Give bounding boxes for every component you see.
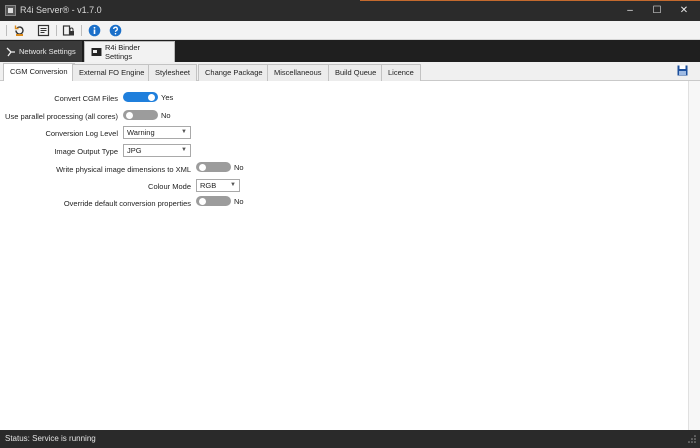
toggle-knob <box>148 93 155 101</box>
tab-miscellaneous[interactable]: Miscellaneous <box>267 64 329 81</box>
view-log-button[interactable] <box>37 24 50 37</box>
tab-licence[interactable]: Licence <box>381 64 421 81</box>
write-dimensions-state: No <box>234 163 244 172</box>
toolbar <box>0 21 700 40</box>
parallel-processing-label: Use parallel processing (all cores) <box>5 112 118 121</box>
info-icon <box>88 24 101 37</box>
app-icon <box>5 5 16 16</box>
image-output-type-select[interactable]: JPG ▼ <box>123 144 191 157</box>
colour-mode-select[interactable]: RGB ▼ <box>196 179 240 192</box>
log-level-label: Conversion Log Level <box>45 129 118 138</box>
restart-icon <box>14 25 24 36</box>
minimize-button[interactable]: – <box>616 0 644 21</box>
status-text: Status: Service is running <box>5 434 96 443</box>
toolbar-separator <box>6 25 7 36</box>
network-icon <box>6 47 15 56</box>
settings-lock-icon <box>62 25 74 36</box>
tab-external-fo-engine[interactable]: External FO Engine <box>72 64 152 81</box>
colour-mode-value: RGB <box>200 181 217 190</box>
vertical-scrollbar[interactable] <box>688 81 700 430</box>
toolbar-separator <box>56 25 57 36</box>
window-title: R4i Server® - v1.7.0 <box>20 5 102 15</box>
status-bar: Status: Service is running <box>0 430 700 448</box>
chevron-down-icon: ▼ <box>181 147 187 153</box>
maximize-button[interactable]: ☐ <box>643 0 671 21</box>
convert-cgm-label: Convert CGM Files <box>54 94 118 103</box>
tab-r4i-binder-settings[interactable]: R4i Binder Settings <box>84 41 175 62</box>
restart-service-button[interactable] <box>13 24 26 37</box>
tab-network-settings-label: Network Settings <box>19 47 76 56</box>
save-icon <box>677 65 688 76</box>
chevron-down-icon: ▼ <box>230 182 236 188</box>
about-button[interactable] <box>88 24 101 37</box>
log-level-select[interactable]: Warning ▼ <box>123 126 191 139</box>
override-properties-toggle[interactable] <box>196 196 231 206</box>
convert-cgm-toggle[interactable] <box>123 92 158 102</box>
toggle-knob <box>199 197 206 205</box>
tab-change-package[interactable]: Change Package <box>198 64 270 81</box>
log-icon <box>37 24 50 37</box>
binder-icon <box>91 48 102 56</box>
tab-r4i-binder-settings-label: R4i Binder Settings <box>104 43 140 61</box>
colour-mode-label: Colour Mode <box>148 182 191 191</box>
parallel-processing-toggle[interactable] <box>123 110 158 120</box>
toolbar-separator <box>81 25 82 36</box>
save-button[interactable] <box>677 65 688 76</box>
image-output-type-value: JPG <box>127 146 142 155</box>
resize-grip-icon[interactable] <box>687 434 697 444</box>
image-output-type-label: Image Output Type <box>54 147 118 156</box>
title-bar: R4i Server® - v1.7.0 – ☐ ✕ <box>0 0 700 21</box>
main-tab-bar: Network Settings R4i Binder Settings <box>0 40 700 62</box>
close-button[interactable]: ✕ <box>670 0 698 21</box>
write-dimensions-label: Write physical image dimensions to XML <box>56 165 191 174</box>
toggle-knob <box>126 111 133 119</box>
tab-network-settings[interactable]: Network Settings <box>0 41 83 62</box>
tab-cgm-conversion[interactable]: CGM Conversion <box>3 63 75 81</box>
log-level-value: Warning <box>127 128 155 137</box>
tab-stylesheet[interactable]: Stylesheet <box>148 64 198 81</box>
override-properties-state: No <box>234 197 244 206</box>
parallel-processing-state: No <box>161 111 171 120</box>
tab-build-queue[interactable]: Build Queue <box>328 64 384 81</box>
settings-lock-button[interactable] <box>62 24 75 37</box>
write-dimensions-toggle[interactable] <box>196 162 231 172</box>
sub-tab-bar: CGM Conversion External FO Engine Styles… <box>0 62 700 81</box>
toggle-knob <box>199 163 206 171</box>
help-button[interactable] <box>109 24 122 37</box>
cgm-conversion-panel: Convert CGM Files Yes Use parallel proce… <box>0 81 700 430</box>
chevron-down-icon: ▼ <box>181 129 187 135</box>
convert-cgm-state: Yes <box>161 93 174 102</box>
override-properties-label: Override default conversion properties <box>63 199 191 208</box>
help-icon <box>109 24 122 37</box>
